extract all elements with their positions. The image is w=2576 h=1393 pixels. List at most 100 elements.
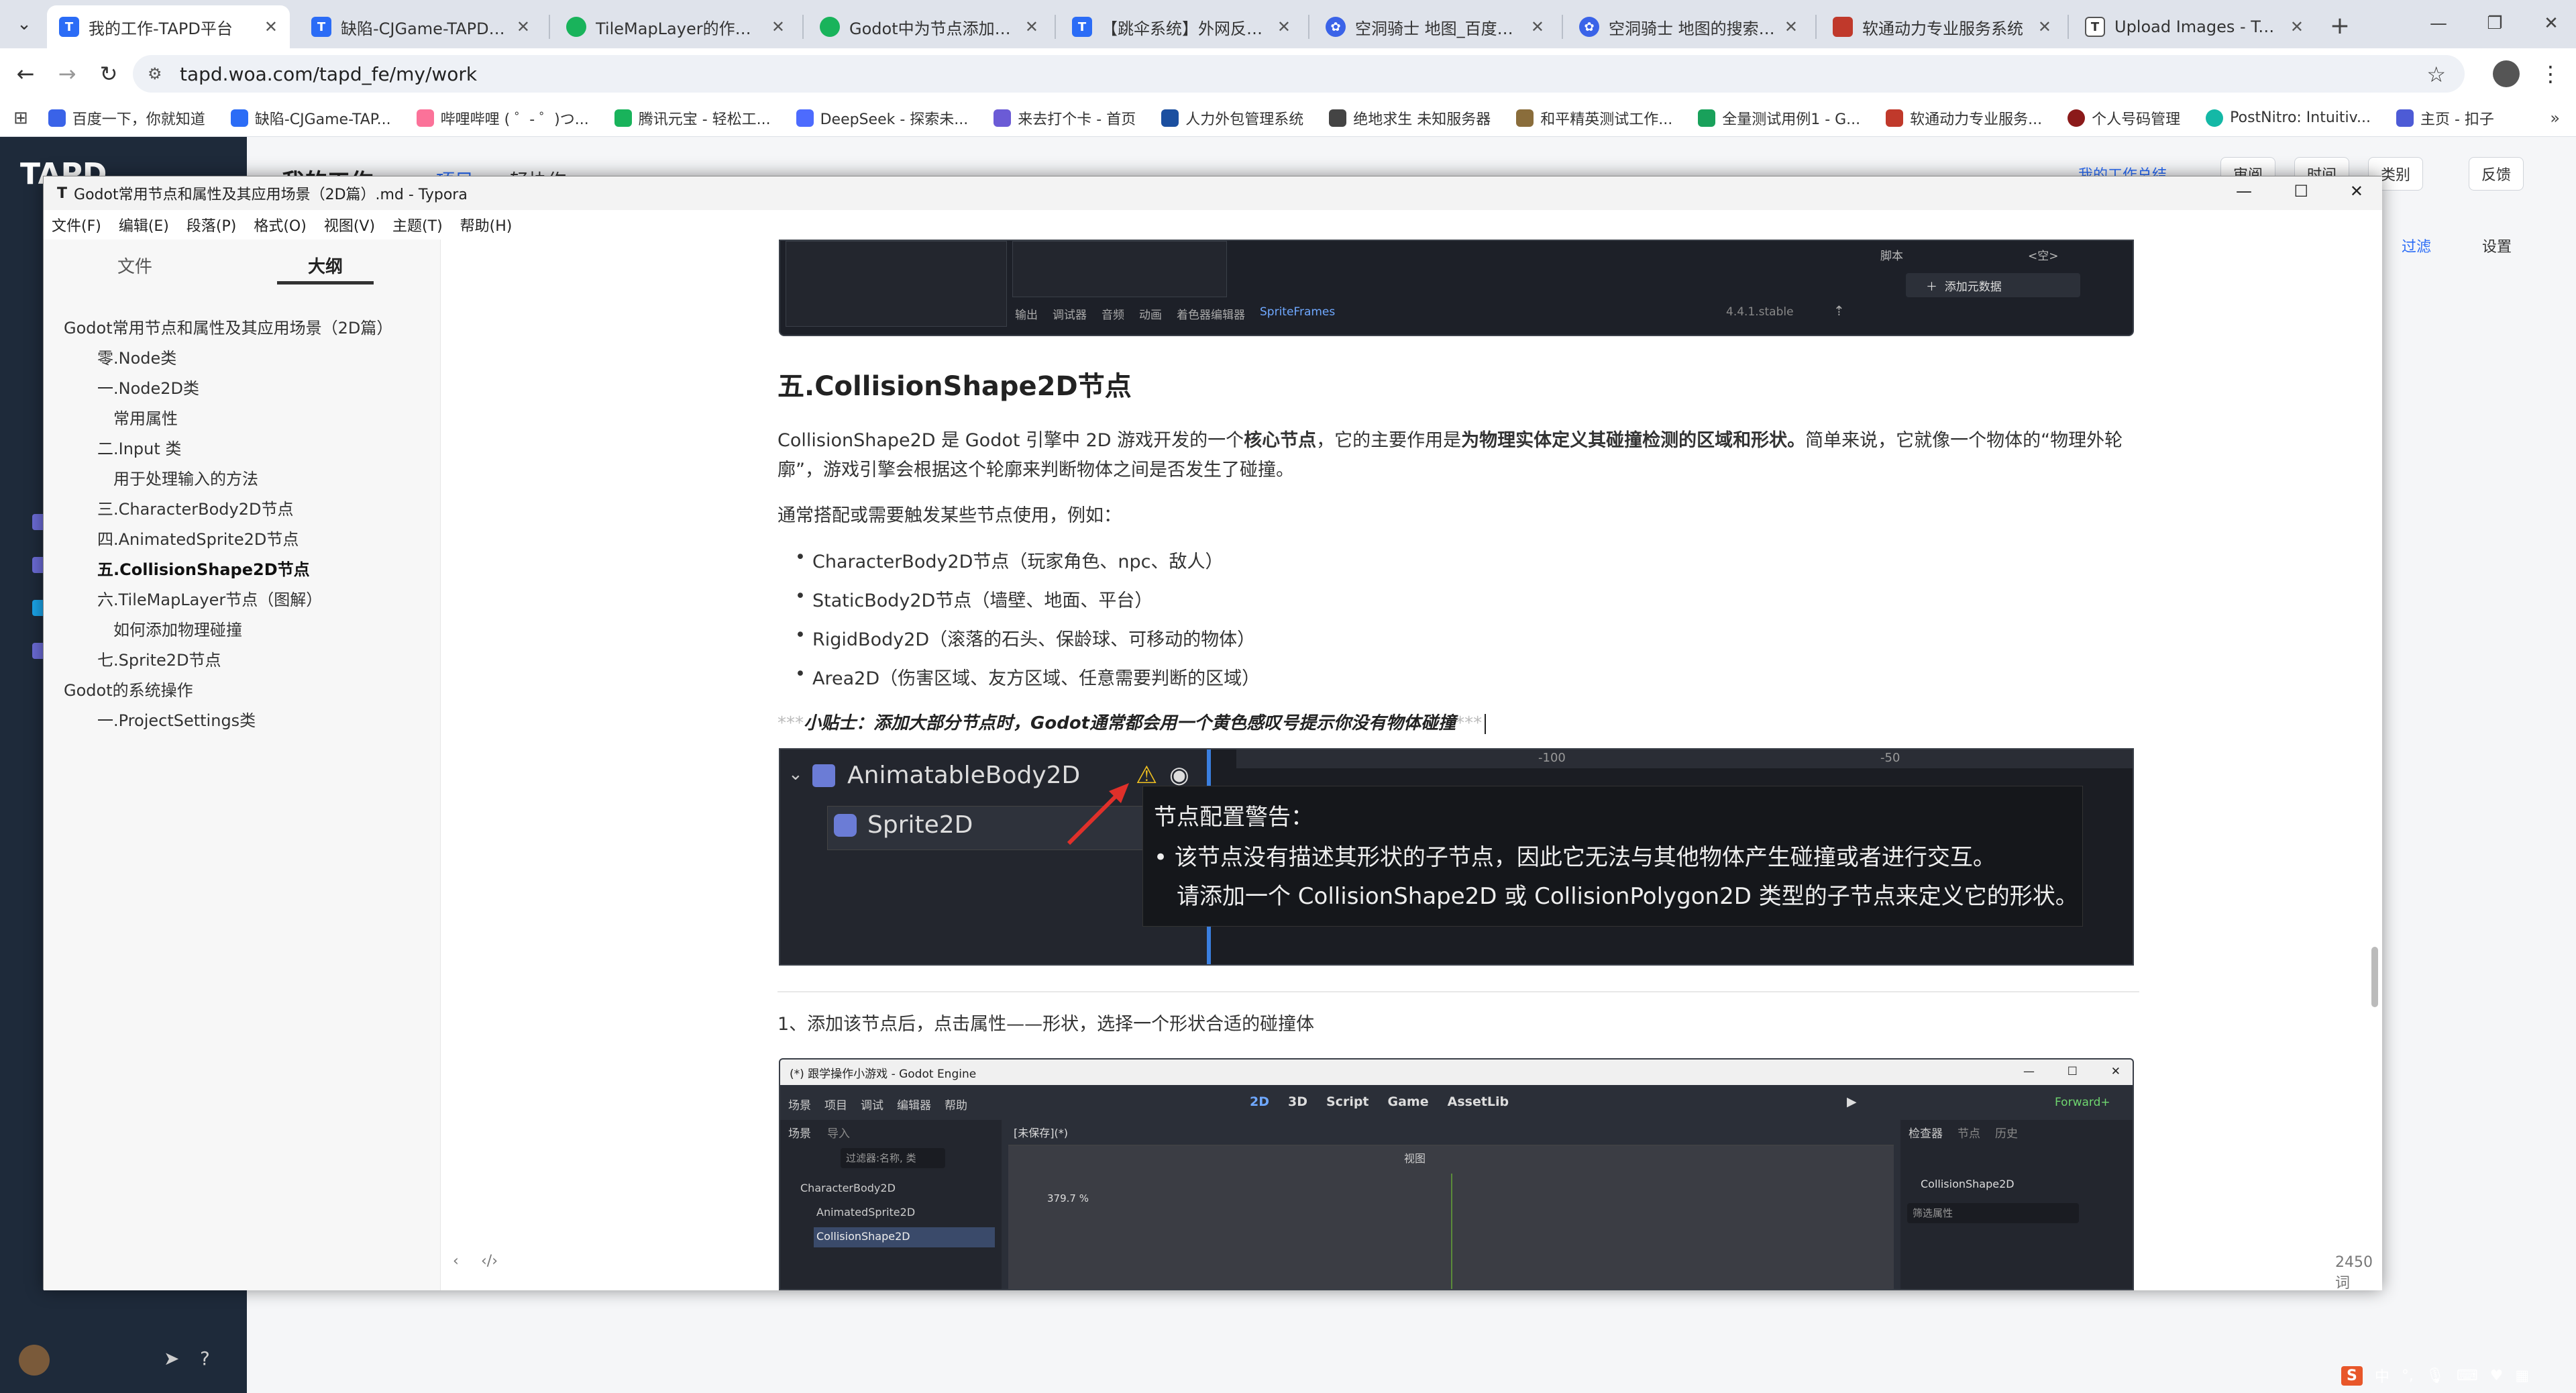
menu-theme[interactable]: 主题(T) bbox=[392, 214, 443, 236]
outline-item-active[interactable]: 五.CollisionShape2D节点 bbox=[97, 556, 310, 580]
bookmark-item[interactable]: 软通动力专业服务... bbox=[1886, 107, 2042, 129]
apps-grid-icon[interactable]: ⊞ bbox=[13, 108, 28, 128]
sidebar-tab-outline[interactable]: 大纲 bbox=[258, 253, 392, 278]
minimize-icon[interactable]: — bbox=[2023, 1065, 2035, 1078]
browser-tab-7[interactable]: ✿ 空洞骑士 地图的搜索结果 ✕ bbox=[1567, 5, 1810, 48]
script-value[interactable]: <空> bbox=[2028, 246, 2059, 263]
bookmark-item[interactable]: 百度一下，你就知道 bbox=[48, 107, 205, 129]
bookmark-item[interactable]: 全量测试用例1 - G... bbox=[1698, 107, 1860, 129]
user-avatar[interactable] bbox=[19, 1345, 50, 1376]
outline-item[interactable]: 一.Node2D类 bbox=[97, 375, 199, 399]
back-arrow-icon[interactable]: ← bbox=[9, 58, 42, 90]
bookmark-item[interactable]: 主页 - 扣子 bbox=[2396, 107, 2494, 129]
tab-history[interactable]: 历史 bbox=[1995, 1124, 2018, 1141]
tab-debugger[interactable]: 调试器 bbox=[1053, 305, 1087, 322]
bookmark-item[interactable]: 缺陷-CJGame-TAP... bbox=[230, 107, 391, 129]
close-window-icon[interactable]: ✕ bbox=[2350, 182, 2363, 201]
address-bar[interactable]: ⚙ tapd.woa.com/tapd_fe/my/work ☆ bbox=[133, 55, 2465, 93]
close-tab-icon[interactable]: ✕ bbox=[2290, 17, 2304, 36]
tree-node-label[interactable]: Sprite2D bbox=[867, 811, 973, 839]
minimize-icon[interactable]: — bbox=[2415, 7, 2462, 40]
settings-button[interactable]: 设置 bbox=[2482, 235, 2512, 256]
filter-button[interactable]: 过滤 bbox=[2402, 235, 2431, 256]
word-count[interactable]: 2450 词 bbox=[2335, 1254, 2382, 1290]
menu-paragraph[interactable]: 段落(P) bbox=[186, 214, 236, 236]
feedback-button[interactable]: 反馈 bbox=[2469, 157, 2524, 191]
collapse-arrow-icon[interactable]: ⌄ bbox=[788, 764, 803, 784]
toggle-sidebar-icon[interactable]: ‹ bbox=[453, 1253, 459, 1270]
menu-debug[interactable]: 调试 bbox=[861, 1096, 883, 1113]
scene-tab[interactable]: [未保存](*) bbox=[1014, 1124, 1068, 1140]
toolbox-icon[interactable]: ▦ bbox=[2515, 1368, 2529, 1384]
tab-node[interactable]: 节点 bbox=[1957, 1124, 1980, 1141]
menu-edit[interactable]: 编辑(E) bbox=[119, 214, 169, 236]
menu-project[interactable]: 项目 bbox=[824, 1096, 847, 1113]
browser-tab-1[interactable]: T 我的工作-TAPD平台 ✕ bbox=[47, 5, 290, 48]
bookmark-item[interactable]: 来去打个卡 - 首页 bbox=[994, 107, 1136, 129]
tab-audio[interactable]: 音频 bbox=[1102, 305, 1124, 322]
bookmark-item[interactable]: 腾讯元宝 - 轻松工... bbox=[614, 107, 771, 129]
tab-import[interactable]: 导入 bbox=[827, 1124, 850, 1141]
bookmark-item[interactable]: 哔哩哔哩 ( ゜- ゜)つ... bbox=[416, 107, 589, 129]
close-tab-icon[interactable]: ✕ bbox=[1531, 17, 1544, 36]
zoom-level[interactable]: 379.7 % bbox=[1047, 1192, 1089, 1204]
tab-spriteframes[interactable]: SpriteFrames bbox=[1260, 305, 1335, 322]
tab-output[interactable]: 输出 bbox=[1015, 305, 1038, 322]
keyboard-icon[interactable]: ⌨ bbox=[2457, 1368, 2478, 1384]
view-menu[interactable]: 视图 bbox=[1404, 1149, 1426, 1166]
outline-item[interactable]: Godot的系统操作 bbox=[64, 677, 193, 701]
outline-item[interactable]: 六.TileMapLayer节点（图解） bbox=[97, 586, 322, 610]
tree-node-label[interactable]: AnimatableBody2D bbox=[847, 762, 1080, 789]
pin-icon[interactable]: ⇡ bbox=[1833, 303, 1845, 319]
browser-tab-4[interactable]: Godot中为节点添加交互节点 ✕ bbox=[808, 5, 1051, 48]
maximize-icon[interactable]: ☐ bbox=[2294, 182, 2308, 201]
tab-shader-editor[interactable]: 着色器编辑器 bbox=[1177, 305, 1245, 322]
inspector-node-name[interactable]: CollisionShape2D bbox=[1921, 1178, 2015, 1190]
browser-tab-8[interactable]: 软通动力专业服务系统 ✕ bbox=[1821, 5, 2063, 48]
punctuation-icon[interactable]: °, bbox=[2402, 1368, 2414, 1384]
bookmark-item[interactable]: 个人号码管理 bbox=[2068, 107, 2180, 129]
outline-item[interactable]: 如何添加物理碰撞 bbox=[113, 617, 242, 640]
close-window-icon[interactable]: ✕ bbox=[2111, 1065, 2121, 1078]
property-filter-input[interactable]: 筛选属性 bbox=[1907, 1203, 2079, 1223]
menu-scene[interactable]: 场景 bbox=[788, 1096, 811, 1113]
restore-icon[interactable]: ❐ bbox=[2471, 7, 2518, 40]
bookmark-star-icon[interactable]: ☆ bbox=[2426, 62, 2446, 87]
site-info-icon[interactable]: ⚙ bbox=[148, 64, 162, 83]
new-tab-button[interactable]: + bbox=[2324, 9, 2356, 42]
more-bookmarks-icon[interactable]: » bbox=[2550, 109, 2560, 127]
renderer-selector[interactable]: Forward+ bbox=[2055, 1096, 2110, 1109]
close-tab-icon[interactable]: ✕ bbox=[1277, 17, 1291, 36]
bookmark-item[interactable]: 绝地求生 未知服务器 bbox=[1329, 107, 1491, 129]
browser-tab-6[interactable]: ✿ 空洞骑士 地图_百度搜索 ✕ bbox=[1313, 5, 1556, 48]
send-icon[interactable]: ➤ bbox=[164, 1347, 179, 1370]
reload-icon[interactable]: ↻ bbox=[93, 58, 125, 90]
outline-item[interactable]: 一.ProjectSettings类 bbox=[97, 707, 256, 731]
tab-scene[interactable]: 场景 bbox=[788, 1124, 811, 1141]
tab-animation[interactable]: 动画 bbox=[1139, 305, 1162, 322]
bookmark-item[interactable]: DeepSeek - 探索未... bbox=[796, 107, 968, 129]
menu-help[interactable]: 帮助(H) bbox=[460, 214, 513, 236]
sidebar-tab-files[interactable]: 文件 bbox=[68, 253, 202, 278]
viewport[interactable]: [未保存](*) 视图 379.7 % bbox=[1008, 1120, 1894, 1289]
browser-tab-9[interactable]: T Upload Images - Typora ✕ bbox=[2073, 5, 2316, 48]
skin-icon[interactable]: ♥ bbox=[2490, 1368, 2504, 1384]
source-code-mode-icon[interactable]: ‹/› bbox=[481, 1253, 498, 1270]
browser-tab-3[interactable]: TileMapLayer的作用及应用 ✕ bbox=[554, 5, 797, 48]
outline-item[interactable]: 常用属性 bbox=[113, 405, 178, 429]
mode-game[interactable]: Game bbox=[1388, 1094, 1429, 1109]
add-metadata-button[interactable]: ＋ 添加元数据 bbox=[1906, 273, 2080, 297]
menu-view[interactable]: 视图(V) bbox=[324, 214, 375, 236]
profile-avatar[interactable] bbox=[2493, 60, 2520, 87]
mode-assetlib[interactable]: AssetLib bbox=[1448, 1094, 1509, 1109]
close-tab-icon[interactable]: ✕ bbox=[2038, 17, 2051, 36]
microphone-icon[interactable]: 🎙 bbox=[2426, 1368, 2445, 1384]
tab-search-button[interactable]: ⌄ bbox=[8, 8, 40, 40]
close-tab-icon[interactable]: ✕ bbox=[264, 17, 278, 36]
close-tab-icon[interactable]: ✕ bbox=[1025, 17, 1038, 36]
menu-editor[interactable]: 编辑器 bbox=[897, 1096, 931, 1113]
tree-node-label[interactable]: CharacterBody2D bbox=[800, 1182, 896, 1194]
bookmark-item[interactable]: 人力外包管理系统 bbox=[1161, 107, 1303, 129]
outline-item[interactable]: 零.Node类 bbox=[97, 345, 176, 368]
close-window-icon[interactable]: ✕ bbox=[2528, 7, 2575, 40]
